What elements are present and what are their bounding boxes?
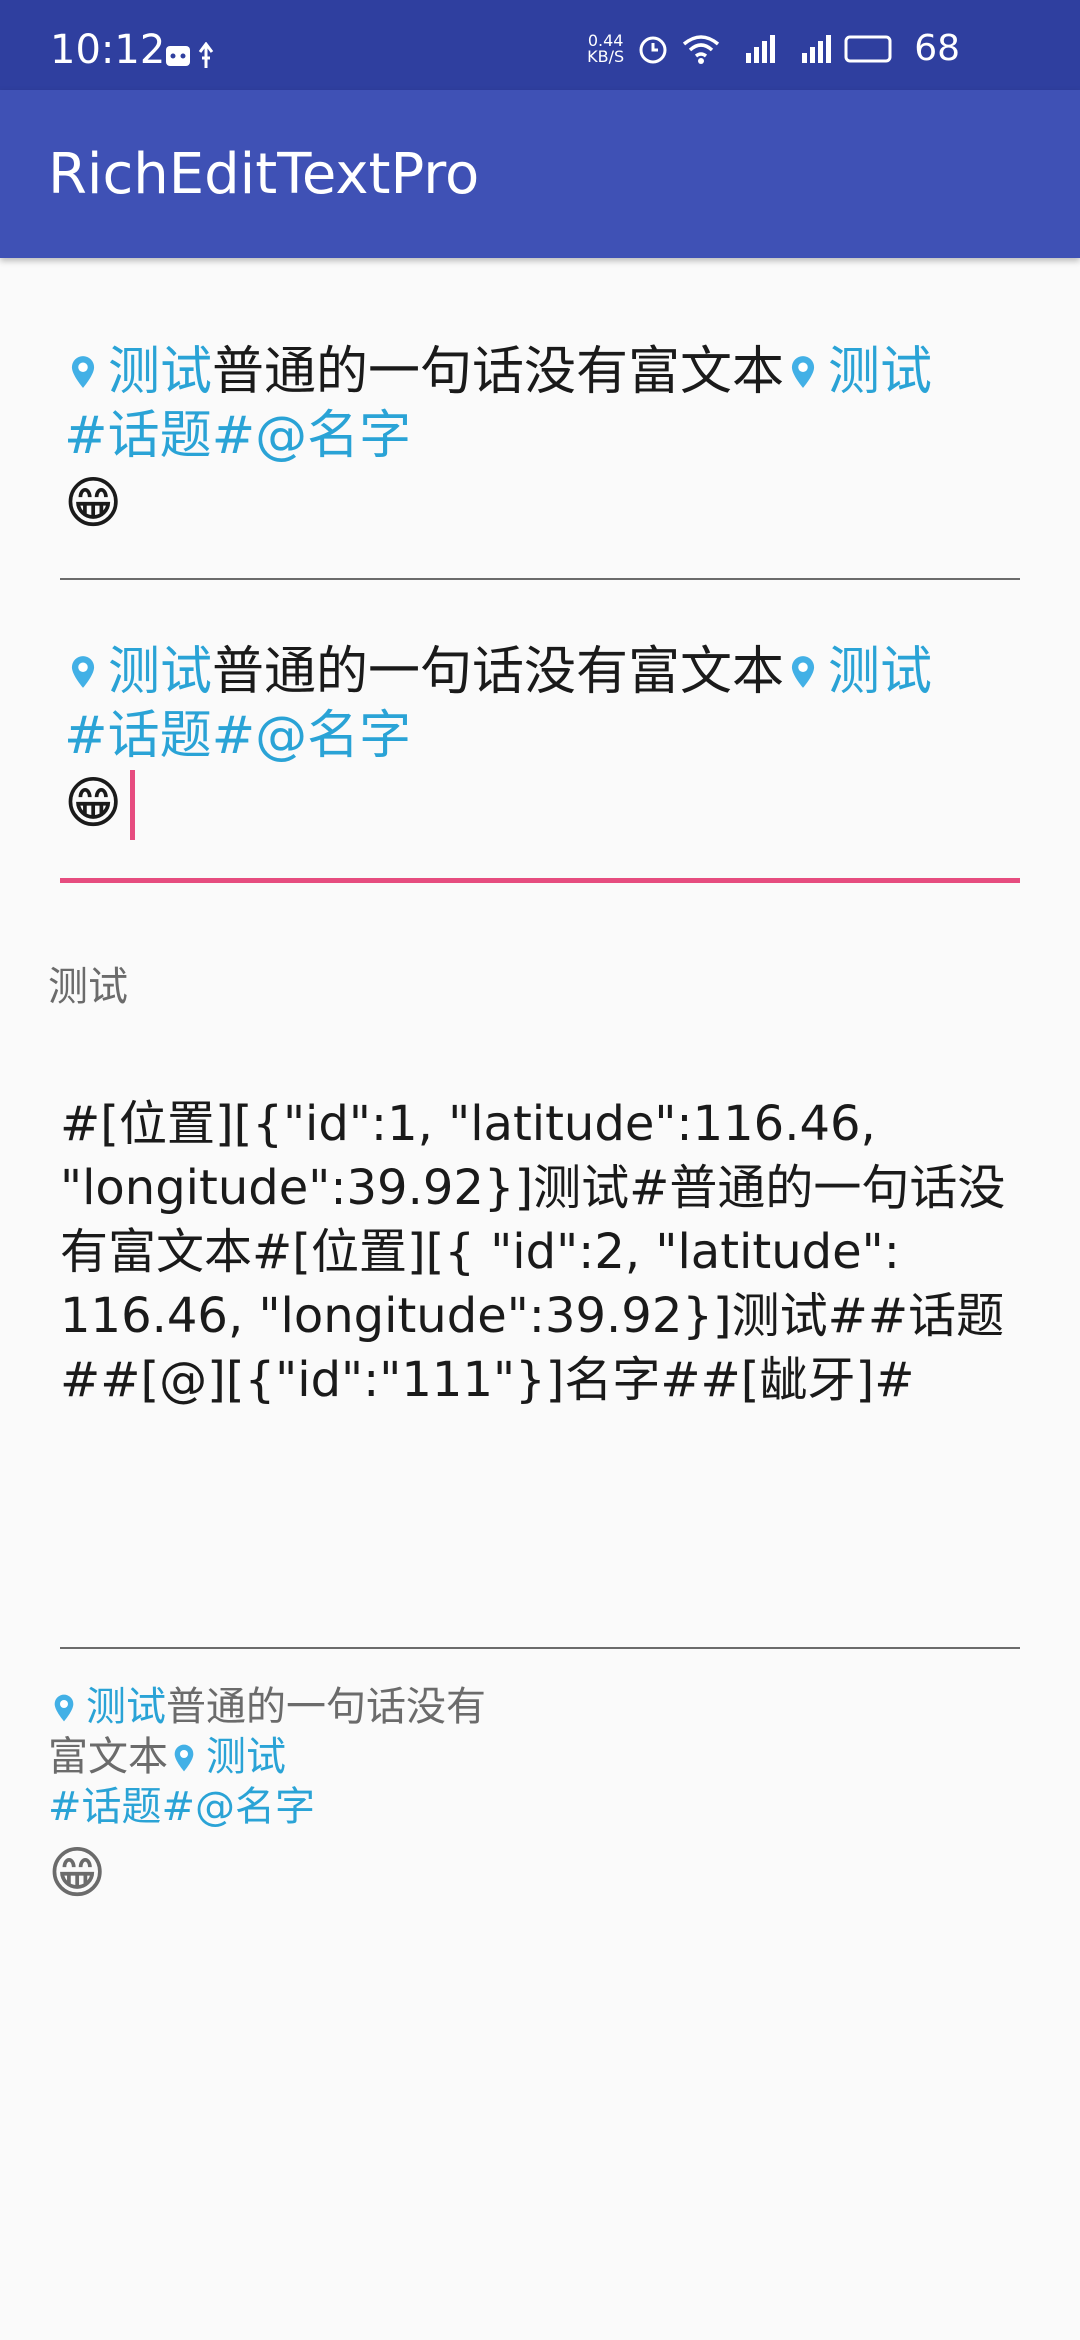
rich-line-1: 测试普通的一句话没有富文本 测试 <box>64 340 932 404</box>
rich-line-1: 测试普通的一句话没有富文本 测试 <box>64 640 932 704</box>
emoji-grin: 😁 <box>64 771 123 836</box>
location-span[interactable]: 测试 <box>828 642 932 702</box>
network-speed: 0.44 KB/S <box>587 30 625 66</box>
plain-text: 富文本 <box>48 1734 168 1780</box>
rich-text-preview: 测试普通的一句话没有 富文本 测试 #话题#@名字 😁 <box>48 1682 548 1910</box>
location-span[interactable]: 测试 <box>86 1684 166 1730</box>
status-left-icons <box>166 41 236 76</box>
preview-line-2: 富文本 测试 <box>48 1732 548 1782</box>
emoji-line: 😁 <box>64 768 932 840</box>
status-time: 10:12 <box>50 27 166 73</box>
location-span[interactable]: 测试 <box>108 342 212 402</box>
signal-5g-icon <box>746 34 776 63</box>
emoji-grin: 😁 <box>64 471 123 536</box>
preview-line-3: #话题#@名字 <box>48 1782 548 1832</box>
section-label: 测试 <box>48 964 128 1010</box>
raw-text-field[interactable]: #[位置][{"id":1, "latitude":116.46, "longi… <box>60 1092 1020 1412</box>
wifi-icon <box>683 34 720 64</box>
edit-underline-2-focused <box>60 878 1020 883</box>
hd-voice-icon <box>844 35 892 62</box>
battery-level: 68 <box>914 28 960 69</box>
location-pin-icon <box>71 356 95 388</box>
location-span[interactable]: 测试 <box>828 342 932 402</box>
status-bar: 10:12 0.44 KB/S 68 <box>0 0 1080 90</box>
location-span[interactable]: 测试 <box>108 642 212 702</box>
rich-edit-text-2[interactable]: 测试普通的一句话没有富文本 测试 #话题#@名字 😁 <box>64 640 932 840</box>
mention-span[interactable]: @名字 <box>255 406 411 466</box>
plain-text: 普通的一句话没有 <box>166 1684 486 1730</box>
mention-span[interactable]: @名字 <box>255 706 411 766</box>
plain-text: 普通的一句话没有富文本 <box>212 642 785 702</box>
location-pin-icon <box>791 356 815 388</box>
plain-text: 普通的一句话没有富文本 <box>212 342 785 402</box>
location-pin-icon <box>54 1694 74 1722</box>
location-span[interactable]: 测试 <box>206 1734 286 1780</box>
text-cursor <box>130 770 136 840</box>
rich-line-2: #话题#@名字 <box>64 704 932 768</box>
edit-underline-1 <box>60 578 1020 580</box>
mention-span[interactable]: @名字 <box>195 1784 315 1830</box>
edit-underline-3 <box>60 1647 1020 1649</box>
signal-4g-icon <box>802 34 832 63</box>
rich-edit-text-1[interactable]: 测试普通的一句话没有富文本 测试 #话题#@名字 😁 <box>64 340 932 540</box>
location-pin-icon <box>791 656 815 688</box>
preview-line-1: 测试普通的一句话没有 <box>48 1682 548 1732</box>
app-title: RichEditTextPro <box>48 142 480 207</box>
topic-span[interactable]: #话题# <box>64 706 255 766</box>
topic-span[interactable]: #话题# <box>64 406 255 466</box>
emoji-grin: 😁 <box>48 1841 107 1906</box>
rich-line-2: #话题#@名字 <box>64 404 932 468</box>
alarm-icon <box>639 36 667 63</box>
app-notification-icons <box>166 41 214 68</box>
location-pin-icon <box>71 656 95 688</box>
status-right-icons: 0.44 KB/S 68 <box>587 28 960 69</box>
location-pin-icon <box>174 1744 194 1772</box>
app-bar: RichEditTextPro <box>0 90 1080 258</box>
topic-span[interactable]: #话题# <box>48 1784 195 1830</box>
